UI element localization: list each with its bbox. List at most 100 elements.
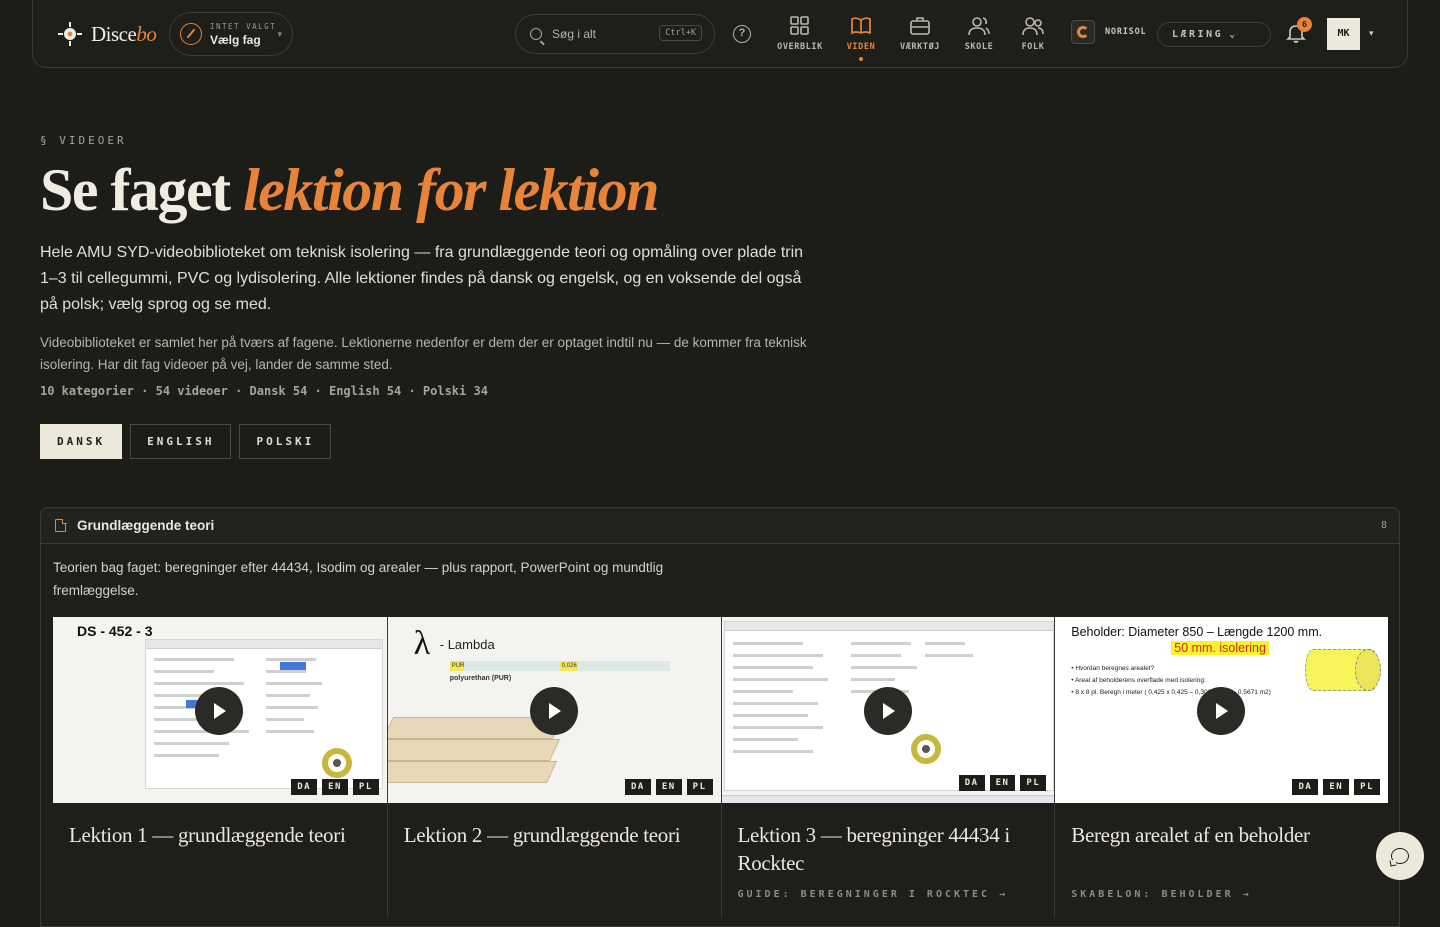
language-tags: DA EN PL bbox=[958, 775, 1047, 791]
category-header[interactable]: Grundlæggende teori 8 bbox=[41, 508, 1399, 544]
library-stats: 10 kategorier · 54 videoer · Dansk 54 · … bbox=[40, 384, 488, 398]
language-filter: DANSK ENGLISH POLSKI bbox=[40, 424, 332, 459]
language-tag: PL bbox=[1354, 779, 1380, 795]
help-icon[interactable]: ? bbox=[733, 25, 751, 43]
video-thumbnail[interactable]: Beholder: Diameter 850 – Længde 1200 mm.… bbox=[1055, 617, 1388, 803]
search-placeholder: Søg i alt bbox=[552, 27, 597, 41]
language-tag: PL bbox=[686, 779, 713, 795]
brand-logo[interactable]: Discebo bbox=[57, 20, 157, 48]
nav-item-skole[interactable]: SKOLE bbox=[951, 16, 1007, 52]
cylinder-end-illustration bbox=[1355, 649, 1382, 691]
language-tags: DA EN PL bbox=[291, 779, 379, 795]
nav-label: VIDEN bbox=[846, 42, 876, 52]
nav-label: VÆRKTØJ bbox=[899, 42, 941, 52]
language-tag: EN bbox=[655, 779, 682, 795]
org-name: NORISOL bbox=[1105, 27, 1147, 37]
language-button-dansk[interactable]: DANSK bbox=[40, 424, 123, 459]
subject-picker[interactable]: INTET VALGT Vælg fag ▾ bbox=[169, 12, 293, 56]
play-icon[interactable] bbox=[529, 687, 578, 735]
category-count: 8 bbox=[1380, 520, 1387, 531]
language-button-polski[interactable]: POLSKI bbox=[239, 424, 332, 459]
language-tag: EN bbox=[1323, 779, 1350, 795]
language-tag: EN bbox=[989, 775, 1016, 791]
thumbnail-heading: DS - 452 - 3 bbox=[77, 623, 153, 639]
thumbnail-bullet: • Hvordan beregnes arealet? bbox=[1071, 665, 1155, 672]
global-search[interactable]: Søg i alt Ctrl+K bbox=[515, 14, 715, 54]
search-icon bbox=[530, 28, 542, 40]
chevron-down-icon[interactable]: ▾ bbox=[1369, 28, 1374, 39]
thumbnail-bar: PUR 0,026 bbox=[449, 661, 670, 671]
language-tag: DA bbox=[624, 779, 651, 795]
video-title[interactable]: Beregn arealet af en beholder bbox=[1071, 821, 1376, 849]
subject-picker-caption: INTET VALGT bbox=[210, 21, 277, 31]
page-subtext: Videobiblioteket er samlet her på tværs … bbox=[40, 335, 807, 372]
nav-item-viden[interactable]: VIDEN bbox=[833, 16, 889, 61]
play-icon[interactable] bbox=[863, 687, 912, 735]
language-tags: DA EN PL bbox=[1292, 779, 1380, 795]
guide-link[interactable]: GUIDE: BEREGNINGER I ROCKTEC → bbox=[738, 889, 1009, 900]
language-tag: DA bbox=[1292, 779, 1319, 795]
video-title[interactable]: Lektion 2 — grundlæggende teori bbox=[404, 821, 709, 849]
thumbnail-bullet: • Areal af beholderens overflade med iso… bbox=[1071, 677, 1206, 684]
video-thumbnail[interactable]: λ - Lambda PUR 0,026 polyurethan (PUR) D… bbox=[387, 617, 721, 803]
category-title: Grundlæggende teori bbox=[77, 518, 215, 533]
chevron-down-icon: ⌄ bbox=[1229, 29, 1236, 40]
video-title[interactable]: Lektion 1 — grundlæggende teori bbox=[69, 821, 374, 849]
page-eyebrow: § VIDEOER bbox=[40, 134, 127, 147]
users-icon bbox=[968, 16, 990, 36]
language-tags: DA EN PL bbox=[624, 779, 713, 795]
nav-item-folk[interactable]: FOLK bbox=[1005, 16, 1061, 52]
thumbnail-bullet: • 8 x 8 pl. Beregn i meter ( 0,425 x 0,4… bbox=[1071, 689, 1271, 696]
mode-label: LÆRING bbox=[1172, 29, 1224, 40]
grid-icon bbox=[789, 16, 811, 36]
play-icon[interactable] bbox=[1197, 687, 1246, 735]
language-button-english[interactable]: ENGLISH bbox=[130, 424, 232, 459]
chat-bubble-icon bbox=[1391, 848, 1409, 864]
template-link[interactable]: SKABELON: BEHOLDER → bbox=[1071, 889, 1251, 900]
book-icon bbox=[850, 16, 872, 36]
page-title: Se faget lektion for lektion bbox=[40, 157, 659, 223]
thumbnail-heading: Beholder: Diameter 850 – Længde 1200 mm. bbox=[1071, 625, 1323, 639]
avatar[interactable]: MK bbox=[1327, 18, 1360, 50]
chevron-down-icon: ▾ bbox=[277, 29, 282, 39]
nav-label: OVERBLIK bbox=[777, 42, 823, 52]
nav-item-overblik[interactable]: OVERBLIK bbox=[772, 16, 828, 52]
language-tag: DA bbox=[291, 779, 318, 795]
org-switcher[interactable]: NORISOL bbox=[1071, 20, 1146, 44]
compass-icon bbox=[180, 23, 202, 45]
mode-switcher[interactable]: LÆRING ⌄ bbox=[1157, 22, 1271, 47]
play-icon[interactable] bbox=[195, 687, 243, 735]
video-card[interactable]: λ - Lambda PUR 0,026 polyurethan (PUR) D… bbox=[386, 617, 721, 917]
category-description: Teorien bag faget: beregninger efter 444… bbox=[53, 560, 664, 598]
category-section: Grundlæggende teori 8 Teorien bag faget:… bbox=[40, 507, 1400, 927]
active-indicator bbox=[859, 57, 863, 61]
brand-name: Discebo bbox=[91, 21, 157, 46]
video-thumbnail[interactable]: DS - 452 - 3 DA EN PL bbox=[53, 617, 387, 803]
chat-button[interactable] bbox=[1376, 832, 1424, 880]
video-card[interactable]: DS - 452 - 3 DA EN PL Lektion 1 — grundl… bbox=[53, 617, 387, 917]
language-tag: EN bbox=[322, 779, 348, 795]
video-grid: DS - 452 - 3 DA EN PL Lektion 1 — grundl… bbox=[53, 617, 1388, 917]
thumbnail-heading: - Lambda bbox=[439, 637, 495, 652]
nav-item-vaerktoej[interactable]: VÆRKTØJ bbox=[892, 16, 948, 52]
thumbnail-highlight: 50 mm. isolering bbox=[1171, 641, 1269, 655]
language-tag: PL bbox=[352, 779, 379, 795]
subject-picker-value: Vælg fag bbox=[210, 32, 261, 47]
nav-label: SKOLE bbox=[964, 42, 994, 52]
page-lead: Hele AMU SYD-videobiblioteket om teknisk… bbox=[40, 244, 804, 313]
people-icon bbox=[1022, 16, 1044, 36]
top-nav: Discebo INTET VALGT Vælg fag ▾ Søg i alt… bbox=[32, 0, 1408, 68]
toolbox-icon bbox=[909, 16, 931, 36]
brand-mark-icon bbox=[57, 21, 83, 47]
thumbnail-caption: polyurethan (PUR) bbox=[449, 675, 512, 682]
language-tag: DA bbox=[958, 775, 985, 791]
video-card[interactable]: Beholder: Diameter 850 – Længde 1200 mm.… bbox=[1054, 617, 1388, 917]
language-tag: PL bbox=[1020, 775, 1047, 791]
video-title[interactable]: Lektion 3 — beregninger 44434 i Rocktec bbox=[738, 821, 1043, 877]
search-shortcut: Ctrl+K bbox=[659, 25, 702, 41]
notification-badge: 6 bbox=[1297, 17, 1312, 32]
thumbnail-taskbar bbox=[721, 795, 1055, 803]
lambda-symbol: λ bbox=[413, 625, 431, 662]
video-card[interactable]: DA EN PL Lektion 3 — beregninger 44434 i… bbox=[720, 617, 1055, 917]
video-thumbnail[interactable]: DA EN PL bbox=[721, 617, 1055, 803]
